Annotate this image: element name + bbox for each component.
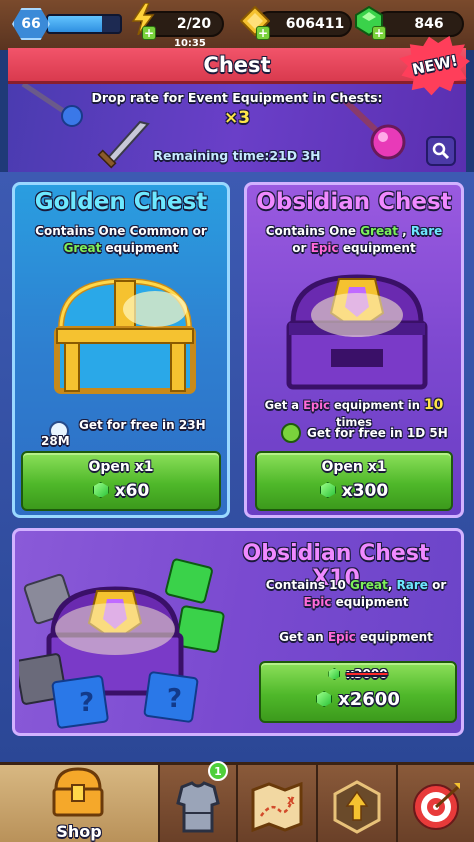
golden-chest-title: Golden Chest [34, 189, 208, 215]
open-button-price: x300 [257, 481, 451, 501]
tab-challenge[interactable] [398, 769, 474, 842]
tab-shop[interactable]: Shop [0, 765, 158, 842]
obsidian-x10-guarantee: Get an Epic equipment [255, 629, 457, 646]
clock-icon [281, 423, 301, 443]
desc-text: Get a [264, 398, 304, 412]
golden-chest-card[interactable]: Golden Chest Contains One Common or Grea… [12, 182, 230, 518]
obsidian-open-button[interactable]: Open x1 x300 [255, 451, 453, 511]
gem-icon [316, 691, 333, 707]
desc-text: Contains 10 [265, 578, 351, 592]
obsidian-chest-description: Contains One Great , Rare or Epic equipm… [247, 223, 461, 257]
desc-text: , [387, 578, 397, 592]
rarity-epic: Epic [303, 595, 332, 609]
desc-text: equipment [338, 241, 416, 255]
gem-counter[interactable]: 846 [374, 11, 464, 37]
obsidian-chest-image [286, 274, 428, 390]
gold-counter[interactable]: 606411 [256, 11, 352, 37]
open-button-label: Open x1 [88, 459, 154, 475]
gem-plus-button[interactable]: + [372, 26, 386, 40]
equipment-notification-badge: 1 [208, 761, 228, 781]
old-price: x3000 [261, 667, 455, 681]
svg-text:?: ? [167, 684, 182, 714]
desc-text: equipment in [329, 398, 424, 412]
obsidian-x10-card[interactable]: ? ? Obsidian Chest X10 Contains 10 Great… [12, 528, 464, 736]
upgrade-arrow-icon [333, 780, 381, 834]
map-icon: x [251, 782, 303, 832]
gem-icon [319, 482, 336, 498]
player-level-badge[interactable]: 66 [12, 8, 50, 40]
gem-icon [328, 668, 341, 680]
target-icon [413, 783, 460, 830]
old-price-value: x3000 [346, 667, 388, 681]
obsidian-x10-description: Contains 10 Great, Rare or Epic equipmen… [255, 577, 457, 611]
price-value: x60 [114, 481, 150, 501]
svg-text:?: ? [79, 688, 94, 718]
tab-upgrade[interactable] [318, 769, 396, 842]
rarity-epic: Epic [310, 241, 339, 255]
title-banner: Chest [8, 48, 466, 84]
event-banner: Drop rate for Event Equipment in Chests:… [8, 84, 466, 172]
treasure-chest-icon [52, 767, 104, 817]
golden-chest-image [54, 277, 196, 394]
desc-text: Get an [279, 630, 328, 644]
desc-text: Contains One [265, 224, 361, 238]
rarity-rare: Rare [396, 578, 428, 592]
xp-bar-fill [48, 16, 102, 32]
rarity-common: Common [129, 224, 189, 238]
armor-icon [176, 781, 220, 833]
desc-text: or [188, 224, 207, 238]
gold-value: 606411 [285, 16, 345, 32]
desc-text: equipment [355, 630, 433, 644]
chest-shop-panel: Golden Chest Contains One Common or Grea… [0, 172, 474, 762]
price-value: x300 [341, 481, 389, 501]
open-button-label: Open x1 [321, 459, 387, 475]
golden-open-button[interactable]: Open x1 x60 [21, 451, 221, 511]
desc-text: equipment [101, 241, 179, 255]
obsidian-x10-chest-image: ? ? [19, 558, 225, 729]
energy-value: 2/20 [176, 16, 212, 32]
drop-rate-multiplier: ×3 [223, 108, 251, 128]
tab-map[interactable]: x [238, 769, 316, 842]
gem-icon [92, 482, 109, 498]
gold-plus-button[interactable]: + [256, 26, 270, 40]
top-status-bar: 66 2/20 + 10:35 606411 + 846 + [0, 0, 474, 50]
price-value: x2600 [338, 689, 400, 710]
desc-text: or [427, 578, 447, 592]
desc-text: or [292, 241, 311, 255]
buy-button-price: x2600 [261, 689, 455, 710]
desc-text: Contains One [35, 224, 130, 238]
obsidian-x10-buy-button[interactable]: x3000 x2600 [259, 661, 457, 723]
bottom-navigation: Shop 1 x [0, 761, 474, 842]
obsidian-chest-title: Obsidian Chest [256, 189, 452, 215]
remaining-time: Remaining time:21D 3H [153, 148, 321, 163]
gem-value: 846 [414, 16, 444, 32]
page-title: Chest [203, 53, 271, 77]
drop-rate-text: Drop rate for Event Equipment in Chests: [91, 90, 383, 105]
desc-text: equipment [331, 595, 409, 609]
obsidian-free-timer: Get for free in 1D 5H [307, 426, 448, 440]
tab-shop-label: Shop [56, 822, 102, 841]
rarity-great: Great [350, 578, 388, 592]
rarity-epic: Epic [303, 398, 330, 412]
svg-text:x: x [287, 793, 295, 807]
golden-free-timer: Get for free in 23H 28M [41, 417, 206, 449]
xp-bar [46, 14, 122, 34]
rarity-rare: Rare [410, 224, 443, 238]
rarity-great: Great [63, 241, 102, 255]
tab-equipment[interactable]: 1 [160, 761, 236, 842]
free-timer-line1: Get for free in 23H [79, 418, 206, 432]
pity-count: 10 [423, 397, 444, 413]
obsidian-chest-card[interactable]: Obsidian Chest Contains One Great , Rare… [244, 182, 464, 518]
rarity-epic: Epic [327, 630, 356, 644]
rarity-great: Great [360, 224, 398, 238]
search-icon [432, 142, 450, 160]
free-timer-line2: 28M [41, 434, 70, 448]
search-button[interactable] [426, 136, 456, 166]
desc-text: , [397, 224, 411, 238]
energy-plus-button[interactable]: + [142, 26, 156, 40]
golden-chest-description: Contains One Common or Great equipment [15, 223, 227, 257]
open-button-price: x60 [23, 481, 219, 501]
